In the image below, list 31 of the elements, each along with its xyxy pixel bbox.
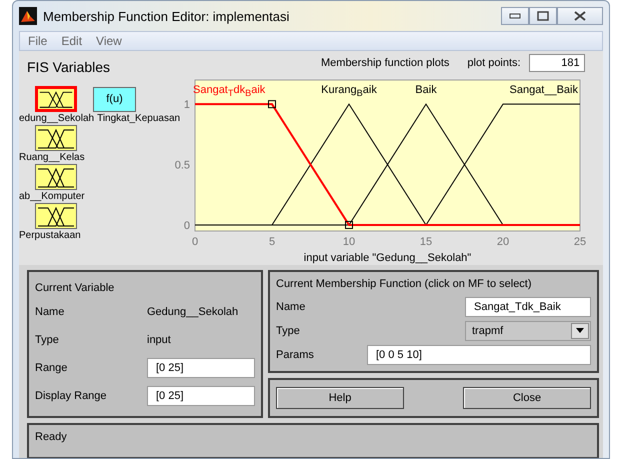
panel-title: Current Membership Function (click on MF to select) <box>276 278 533 292</box>
field-label: Params <box>276 348 314 361</box>
variable-name: Gedung__Sekolah <box>147 305 240 320</box>
field-label: Type <box>35 333 60 348</box>
field-label: Range <box>35 361 68 376</box>
variable-label: Ruang__Kelas <box>19 152 86 163</box>
plot-title: Membership function plots <box>321 57 450 69</box>
x-tick-label: 10 <box>342 236 356 248</box>
y-tick-label: 0 <box>184 220 190 232</box>
field-label: Type <box>276 324 301 337</box>
y-tick-label: 1 <box>184 99 190 112</box>
status-text: Ready <box>35 431 67 443</box>
variable-label: Perpustakaan <box>19 230 82 241</box>
window-title: Membership Function Editor: implementasi <box>43 8 290 24</box>
panel-title: FIS Variables <box>26 58 111 77</box>
x-tick-label: 25 <box>574 236 586 248</box>
x-tick-label: 15 <box>420 236 432 248</box>
field-label: Display Range <box>35 389 108 404</box>
variable-type: input <box>147 333 172 348</box>
x-tick-label: 0 <box>192 236 198 248</box>
variable-label: Tingkat_Kepuasan <box>97 113 180 124</box>
variable-label: edung__Sekolah <box>19 113 94 124</box>
plot-points-label: plot points: <box>467 57 521 69</box>
x-tick-label: 5 <box>268 236 276 248</box>
x-axis-label: input variable "Gedung__Sekolah" <box>304 252 472 264</box>
field-label: Name <box>35 305 66 320</box>
panel-title: Current Variable <box>35 281 116 296</box>
y-tick-label: 0.5 <box>175 160 190 172</box>
variable-label: ab__Komputer <box>19 191 86 202</box>
x-tick-label: 20 <box>496 236 510 248</box>
field-label: Name <box>276 300 306 313</box>
